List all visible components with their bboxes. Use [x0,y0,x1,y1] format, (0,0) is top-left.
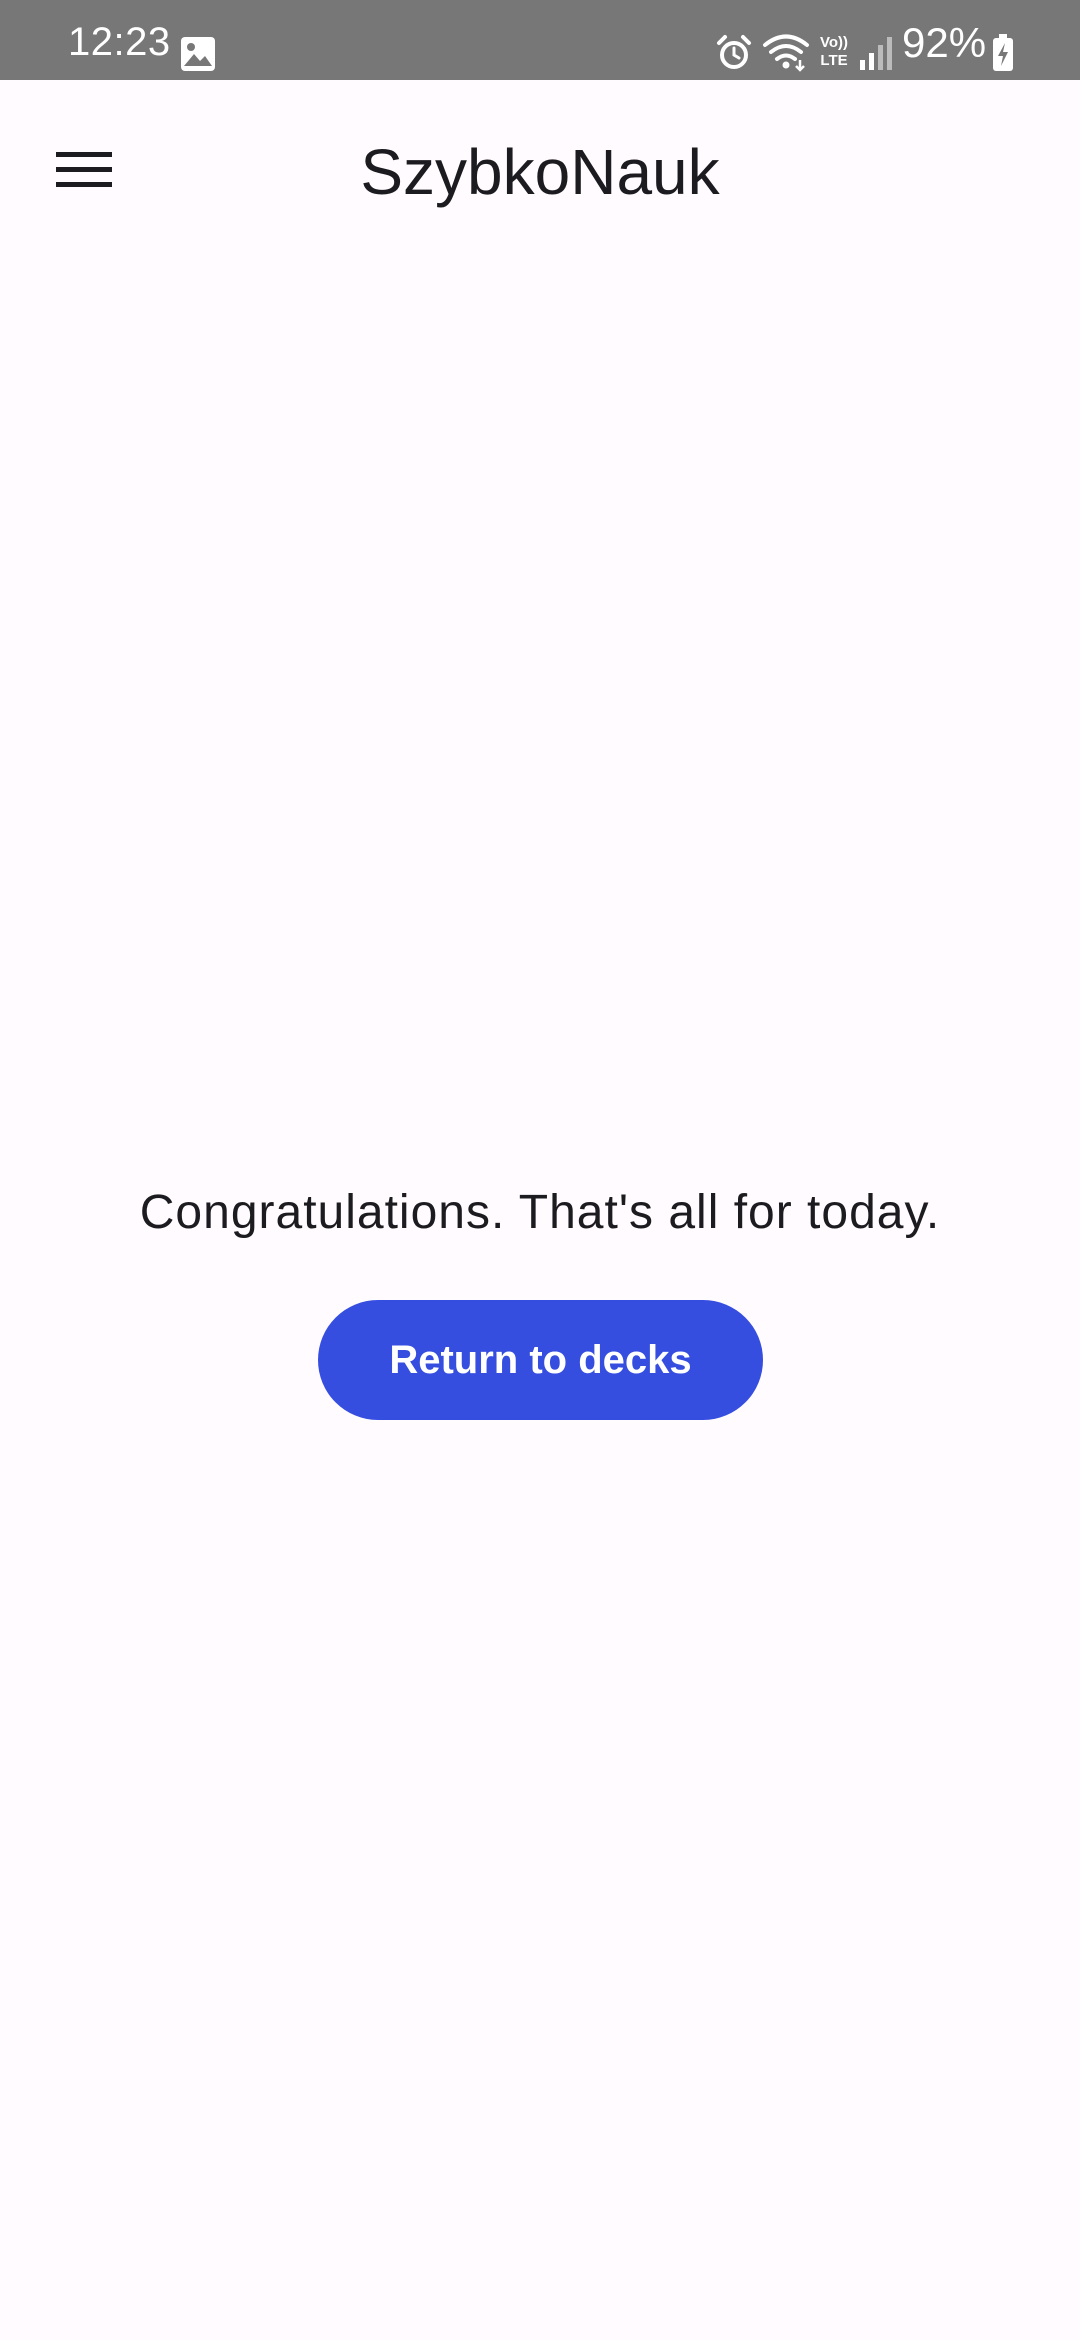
volte-top-text: Vo)) [819,34,849,51]
alarm-icon [717,35,751,69]
app-bar: SzybkoNauk [0,80,1080,272]
battery-percent: 92% [902,19,987,66]
status-time: 12:23 [68,20,171,64]
wifi-icon [763,34,809,72]
volte-icon: Vo)) LTE [814,34,854,72]
completion-message: Congratulations. That's all for today. [139,1186,941,1239]
battery-charging-icon [993,34,1013,71]
status-bar: 12:23 Vo)) LTE 92% [0,0,1080,80]
image-icon [181,37,215,71]
signal-icon [860,37,892,70]
return-to-decks-button[interactable]: Return to decks [318,1300,763,1420]
app-title: SzybkoNauk [360,136,720,208]
volte-bottom-text: LTE [820,52,848,69]
